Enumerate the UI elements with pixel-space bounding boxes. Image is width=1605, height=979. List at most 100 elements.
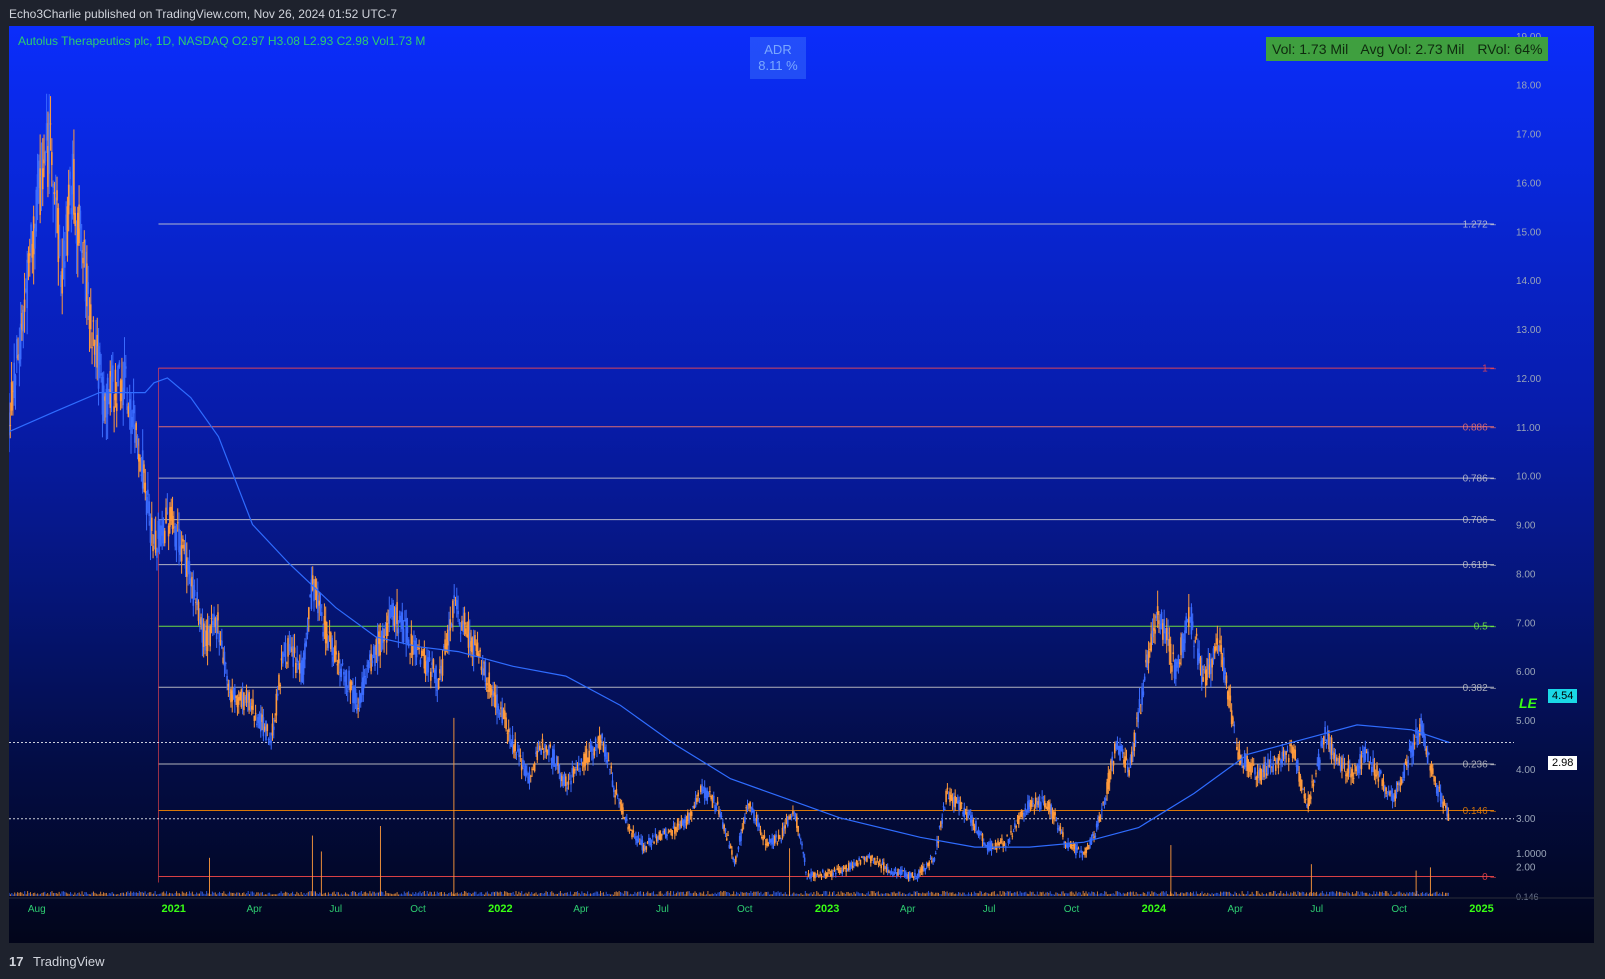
candle-body <box>356 704 358 711</box>
candle-body <box>840 868 842 870</box>
candle-body <box>481 668 484 676</box>
candle-body <box>798 834 801 838</box>
candle-body <box>740 831 742 841</box>
candle-body <box>736 854 738 856</box>
chart-svg[interactable]: 1 – 1.272 – 0.886 – 0.786 – 0.706 – 0.618 – 0.… <box>9 26 1594 943</box>
candle-body <box>697 792 699 797</box>
candle-body <box>749 802 751 808</box>
candle-body <box>914 872 916 878</box>
time-tick-label: Apr <box>1228 904 1244 915</box>
candle-body <box>340 668 343 677</box>
candle-body <box>565 776 567 786</box>
candle-body <box>1094 835 1097 838</box>
candle-body <box>428 657 431 662</box>
candle-body <box>497 706 500 711</box>
candle-body <box>1315 773 1317 775</box>
candle-body <box>981 833 984 842</box>
candle-body <box>53 192 56 195</box>
candle-body <box>115 403 118 412</box>
candle-body <box>570 780 572 785</box>
candle-body <box>797 825 799 832</box>
candle-body <box>955 797 958 801</box>
candle-body <box>485 683 488 686</box>
candle-body <box>132 400 135 414</box>
candle-body <box>1200 665 1203 685</box>
candle-body <box>1024 808 1027 811</box>
candle-body <box>112 365 114 382</box>
candle-body <box>62 240 65 261</box>
candle-body <box>1241 758 1243 767</box>
candle-body <box>945 790 947 803</box>
candle-body <box>150 517 153 532</box>
candle-body <box>498 712 501 715</box>
candle-body <box>1229 695 1232 701</box>
candle-body <box>1442 801 1445 809</box>
candle-body <box>1141 686 1143 705</box>
symbol-legend[interactable]: Autolus Therapeutics plc, 1D, NASDAQ O2.… <box>18 34 425 48</box>
candle-body <box>1390 790 1393 794</box>
candle-body <box>1290 745 1293 747</box>
candle-body <box>1413 741 1416 745</box>
candle-body <box>80 250 83 253</box>
candle-body <box>61 268 64 294</box>
candle-body <box>594 738 597 743</box>
candle-body <box>924 868 927 871</box>
candle-body <box>266 724 269 732</box>
candle-body <box>278 674 280 690</box>
candle-body <box>1412 742 1415 756</box>
candle-body <box>793 812 796 814</box>
candle-body <box>1424 736 1426 749</box>
candle-body <box>52 183 54 188</box>
candle-body <box>533 763 536 772</box>
candle-body <box>732 857 735 861</box>
candle-body <box>944 808 946 810</box>
candle-body <box>593 748 596 756</box>
candle-body <box>1193 645 1195 647</box>
candle-body <box>1033 808 1036 810</box>
candle-body <box>631 832 633 838</box>
candle-body <box>1077 848 1080 850</box>
candle-body <box>788 817 790 819</box>
candle-body <box>553 749 555 767</box>
candle-body <box>435 665 437 688</box>
candle-body <box>529 775 532 777</box>
candle-body <box>1302 788 1304 790</box>
candle-body <box>305 641 308 647</box>
chart-frame[interactable]: 1 – 1.272 – 0.886 – 0.786 – 0.706 – 0.618 – 0.… <box>9 26 1594 943</box>
candle-body <box>1191 621 1194 628</box>
candle-body <box>106 377 109 415</box>
candle-body <box>180 545 183 562</box>
candle-body <box>724 828 727 832</box>
candle-body <box>1138 699 1141 708</box>
candle-body <box>671 830 674 837</box>
candle-body <box>1269 758 1272 768</box>
candle-body <box>1128 770 1130 776</box>
candle-body <box>1274 765 1277 772</box>
candle-body <box>650 843 653 846</box>
candle-body <box>1023 812 1025 817</box>
candle-body <box>64 261 66 268</box>
tradingview-logo-icon[interactable]: 17 <box>9 954 23 969</box>
candle-body <box>629 829 632 831</box>
price-tick-label: 3.00 <box>1516 814 1536 825</box>
candle-body <box>215 617 218 640</box>
candle-body <box>613 787 615 793</box>
candle-body <box>794 814 797 817</box>
candle-body <box>252 699 254 711</box>
candle-body <box>453 595 455 599</box>
candle-body <box>274 719 276 722</box>
candle-body <box>1372 758 1374 764</box>
candle-body <box>135 423 137 431</box>
candle-body <box>715 806 718 811</box>
candle-body <box>990 841 993 851</box>
tradingview-brand[interactable]: TradingView <box>33 954 105 969</box>
candle-body <box>664 828 667 838</box>
time-tick-label: Jul <box>329 904 342 915</box>
adr-value: 8.11 % <box>758 58 798 73</box>
time-tick-label: 2021 <box>161 903 185 915</box>
candle-body <box>558 764 561 773</box>
top-bar: Echo3Charlie published on TradingView.co… <box>0 0 1605 27</box>
time-tick-label: Apr <box>900 904 916 915</box>
candle-body <box>637 835 640 840</box>
candle-body <box>1352 777 1355 779</box>
